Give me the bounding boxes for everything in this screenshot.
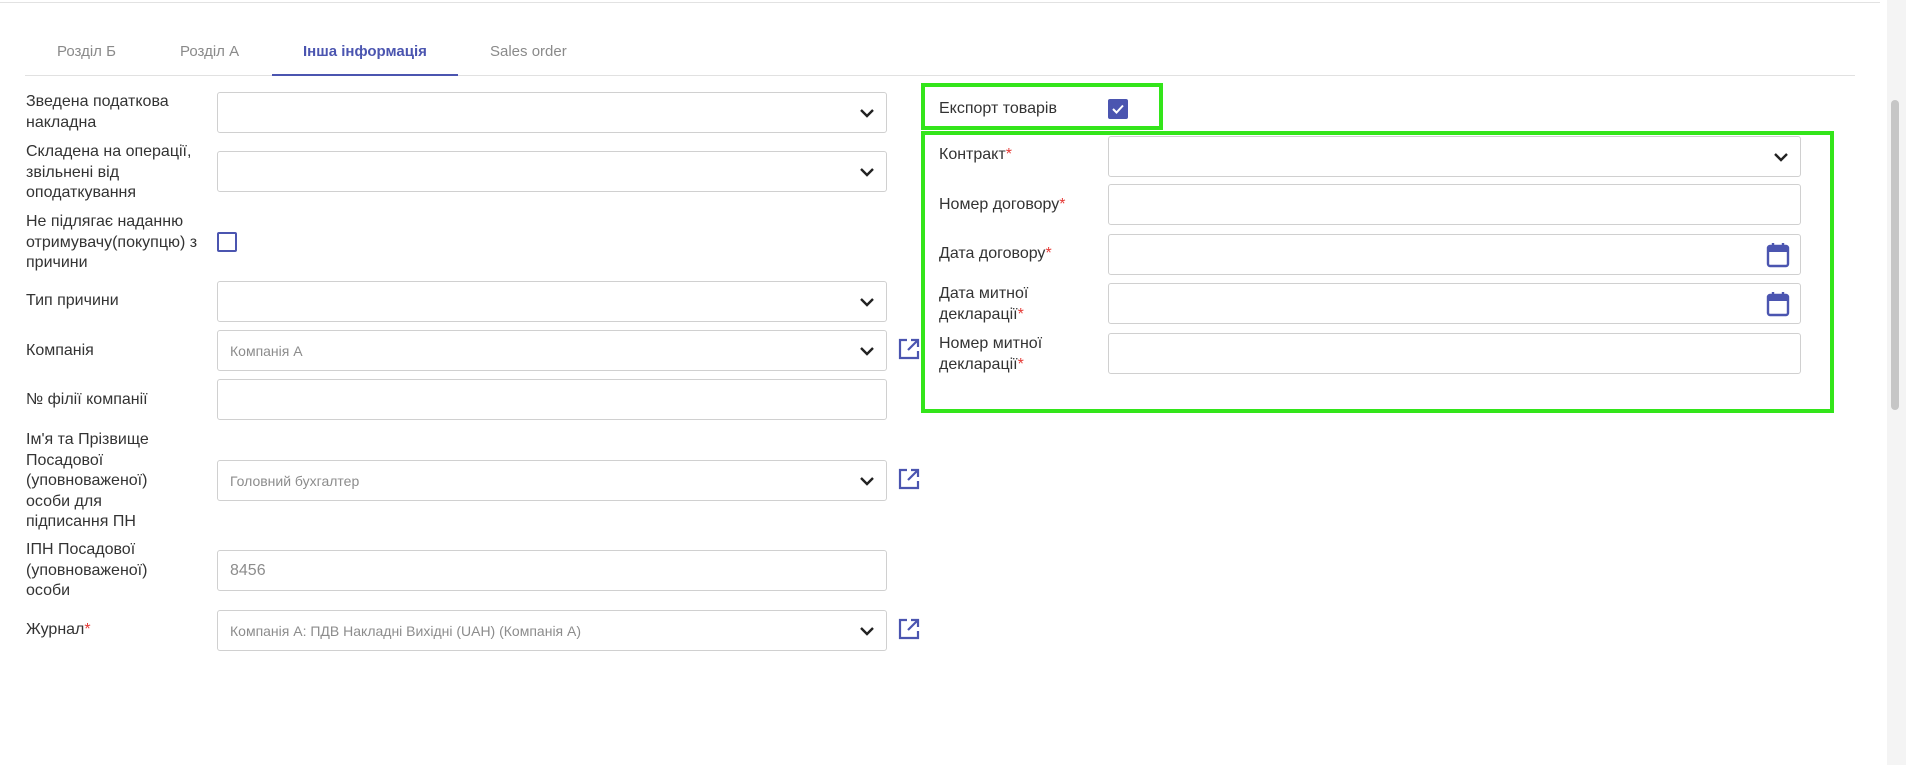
journal-select[interactable]: Компанія А: ПДВ Накладні Вихідні (UAH) (… bbox=[217, 610, 887, 651]
tab-section-b[interactable]: Розділ Б bbox=[57, 43, 116, 60]
chevron-down-icon bbox=[1774, 152, 1788, 162]
contract-label-text: Контракт bbox=[939, 146, 1006, 163]
required-mark: * bbox=[1045, 245, 1052, 262]
signatory-ipn-value: 8456 bbox=[230, 561, 266, 579]
contract-label: Контракт* bbox=[939, 145, 1099, 166]
contract-number-label: Номер договору* bbox=[939, 195, 1109, 216]
export-goods-checkbox[interactable] bbox=[1108, 99, 1128, 119]
calendar-icon[interactable] bbox=[1766, 242, 1790, 268]
chevron-down-icon bbox=[860, 167, 874, 177]
contract-date-input[interactable] bbox=[1108, 234, 1801, 275]
external-link-icon[interactable] bbox=[897, 617, 921, 641]
customs-date-label: Дата митної декларації* bbox=[939, 284, 1079, 325]
contract-select[interactable] bbox=[1108, 136, 1801, 177]
required-mark: * bbox=[84, 621, 91, 638]
scrollbar-thumb[interactable] bbox=[1891, 100, 1899, 410]
chevron-down-icon bbox=[860, 346, 874, 356]
chevron-down-icon bbox=[860, 476, 874, 486]
consolidated-invoice-label: Зведена податкова накладна bbox=[26, 93, 169, 131]
journal-value: Компанія А: ПДВ Накладні Вихідні (UAH) (… bbox=[230, 622, 582, 639]
customs-date-label-text: Дата митної декларації bbox=[939, 285, 1029, 323]
chevron-down-icon bbox=[860, 108, 874, 118]
checkmark-icon bbox=[1112, 104, 1124, 114]
chevron-down-icon bbox=[860, 626, 874, 636]
page-scrollbar[interactable] bbox=[1887, 0, 1906, 765]
tab-sales-order[interactable]: Sales order bbox=[490, 43, 567, 60]
exempt-operations-label: Складена на операції, звільнені від опод… bbox=[26, 143, 192, 201]
export-goods-label: Експорт товарів bbox=[939, 100, 1057, 117]
contract-date-label-text: Дата договору bbox=[939, 245, 1046, 262]
company-value: Компанія А bbox=[230, 342, 303, 359]
tab-other-info[interactable]: Інша інформація bbox=[303, 43, 427, 60]
signatory-label: Ім'я та Прізвище Посадової (уповноважено… bbox=[26, 431, 149, 530]
external-link-icon[interactable] bbox=[897, 337, 921, 361]
journal-label: Журнал* bbox=[26, 620, 196, 641]
contract-number-input[interactable] bbox=[1108, 184, 1801, 225]
company-select[interactable]: Компанія А bbox=[217, 330, 887, 371]
branch-number-label: № філії компанії bbox=[26, 391, 148, 408]
reason-type-label: Тип причини bbox=[26, 292, 119, 309]
active-tab-indicator bbox=[272, 74, 458, 76]
tab-section-a[interactable]: Розділ А bbox=[180, 43, 239, 60]
contract-date-label: Дата договору* bbox=[939, 244, 1109, 265]
consolidated-invoice-select[interactable] bbox=[217, 92, 887, 133]
journal-label-text: Журнал bbox=[26, 621, 85, 638]
branch-number-input[interactable] bbox=[217, 379, 887, 420]
customs-date-input[interactable] bbox=[1108, 283, 1801, 324]
reason-type-select[interactable] bbox=[217, 281, 887, 322]
tab-bar: Розділ Б Розділ А Інша інформація Sales … bbox=[25, 30, 1855, 76]
signatory-select[interactable]: Головний бухгалтер bbox=[217, 460, 887, 501]
external-link-icon[interactable] bbox=[897, 467, 921, 491]
customs-number-label-text: Номер митної декларації bbox=[939, 335, 1043, 373]
signatory-value: Головний бухгалтер bbox=[230, 472, 360, 489]
required-mark: * bbox=[1005, 146, 1012, 163]
signatory-ipn-label: ІПН Посадової (уповноваженої) особи bbox=[26, 541, 148, 599]
customs-number-input[interactable] bbox=[1108, 333, 1801, 374]
signatory-ipn-input[interactable]: 8456 bbox=[217, 550, 887, 591]
exempt-operations-select[interactable] bbox=[217, 151, 887, 192]
not-given-to-buyer-label: Не підлягає наданню отримувачу(покупцю) … bbox=[26, 213, 198, 271]
company-label: Компанія bbox=[26, 342, 94, 359]
required-mark: * bbox=[1017, 355, 1024, 373]
top-divider bbox=[0, 0, 1880, 3]
contract-number-label-text: Номер договору bbox=[939, 196, 1060, 213]
chevron-down-icon bbox=[860, 297, 874, 307]
required-mark: * bbox=[1059, 196, 1066, 213]
customs-number-label: Номер митної декларації* bbox=[939, 334, 1079, 375]
calendar-icon[interactable] bbox=[1766, 291, 1790, 317]
not-given-to-buyer-checkbox[interactable] bbox=[217, 232, 237, 252]
required-mark: * bbox=[1017, 305, 1024, 323]
